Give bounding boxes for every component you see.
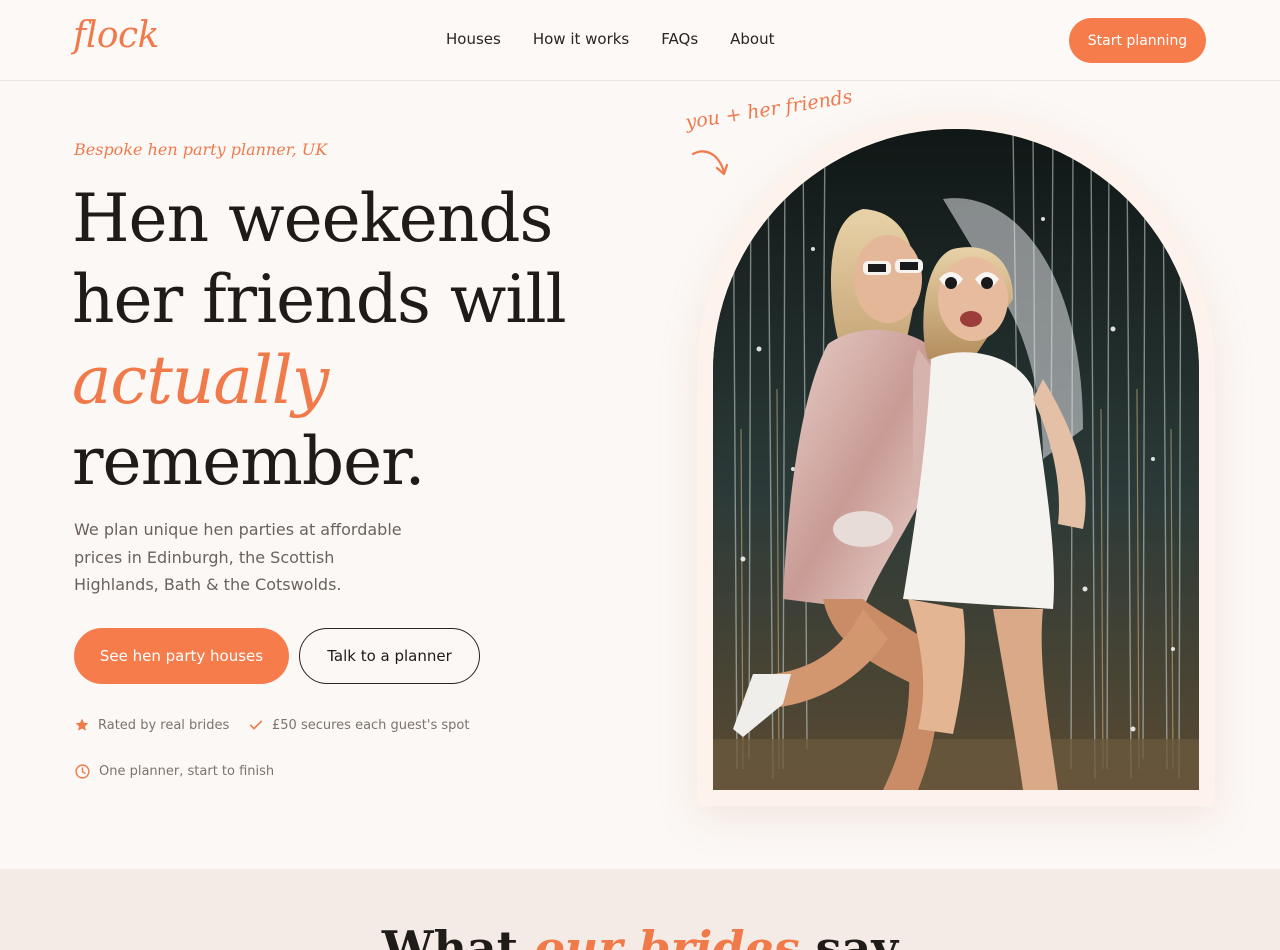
photo-handwritten-note: you + her friends: [684, 85, 854, 134]
site-header: flock Houses How it works FAQs About Sta…: [0, 0, 1280, 81]
hero-eyebrow: Bespoke hen party planner, UK: [74, 140, 328, 159]
start-planning-button[interactable]: Start planning: [1069, 18, 1206, 63]
nav-link-houses[interactable]: Houses: [446, 30, 501, 48]
clock-icon: [75, 764, 90, 779]
testimonials-title-accent: our brides: [534, 921, 800, 950]
nav-link-how-it-works[interactable]: How it works: [533, 30, 629, 48]
nav-link-about[interactable]: About: [730, 30, 774, 48]
headline-line-2: her friends will: [72, 261, 567, 338]
headline-accent: actually: [72, 342, 329, 419]
nav-link-faqs[interactable]: FAQs: [661, 30, 698, 48]
see-houses-button[interactable]: See hen party houses: [74, 628, 289, 684]
headline-line-4: remember.: [72, 423, 425, 500]
check-icon: [249, 720, 263, 730]
star-icon: [75, 718, 89, 731]
badge-planner: One planner, start to finish: [74, 763, 274, 780]
curved-arrow-icon: [691, 150, 729, 176]
main-nav: Houses How it works FAQs About: [446, 30, 775, 48]
talk-to-planner-button[interactable]: Talk to a planner: [299, 628, 480, 684]
headline-line-1: Hen weekends: [72, 180, 553, 257]
hero-headline: Hen weekends her friends will actually r…: [72, 178, 632, 502]
badge-text: One planner, start to finish: [99, 764, 275, 779]
bride-and-friend-photo: [713, 129, 1199, 790]
testimonials-title-end: say: [799, 921, 899, 950]
badge-text: Rated by real brides: [98, 717, 230, 733]
badge-text: £50 secures each guest's spot: [272, 717, 470, 733]
hero-description: We plan unique hen parties at affordable…: [74, 520, 402, 594]
badge-rated: Rated by real brides: [74, 717, 229, 733]
hero-photo: [713, 129, 1199, 790]
logo[interactable]: flock: [73, 18, 160, 54]
testimonials-title-start: What: [381, 921, 535, 950]
testimonials-title: What our brides say: [0, 925, 1280, 950]
testimonials-section: What our brides say: [0, 869, 1280, 950]
badge-deposit: £50 secures each guest's spot: [248, 717, 469, 733]
